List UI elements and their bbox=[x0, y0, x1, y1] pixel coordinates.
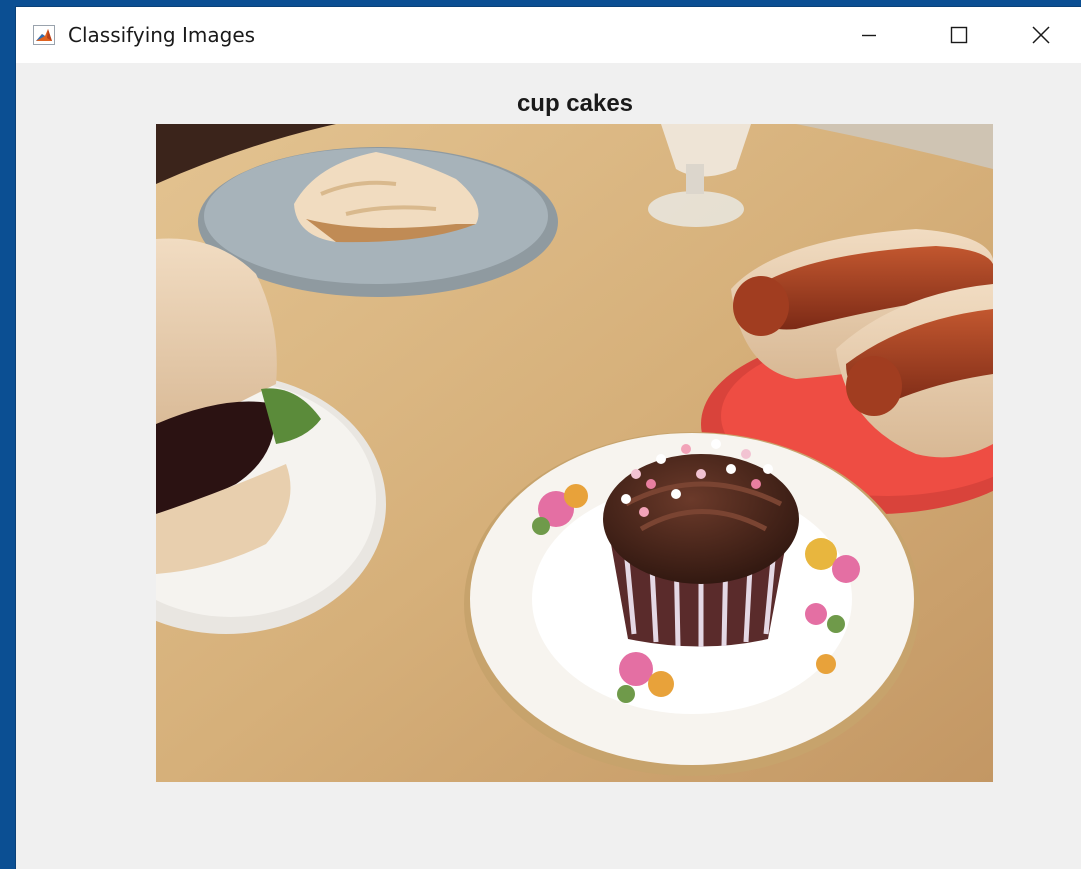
minimize-button[interactable] bbox=[824, 7, 914, 63]
title-bar[interactable]: Classifying Images bbox=[16, 7, 1081, 63]
desktop: Classifying Images cup cakes bbox=[0, 0, 1081, 869]
food-photo bbox=[156, 124, 993, 782]
matlab-icon bbox=[33, 25, 55, 45]
maximize-button[interactable] bbox=[914, 7, 1004, 63]
classification-label: cup cakes bbox=[516, 90, 634, 117]
minimize-icon bbox=[862, 34, 876, 37]
figure-canvas: cup cakes bbox=[16, 63, 1081, 869]
figure-window: Classifying Images cup cakes bbox=[16, 7, 1081, 869]
food-photo-illustration bbox=[156, 124, 993, 782]
maximize-icon bbox=[950, 26, 968, 44]
window-title: Classifying Images bbox=[68, 23, 256, 47]
close-icon bbox=[1032, 26, 1050, 44]
close-button[interactable] bbox=[1001, 7, 1081, 63]
